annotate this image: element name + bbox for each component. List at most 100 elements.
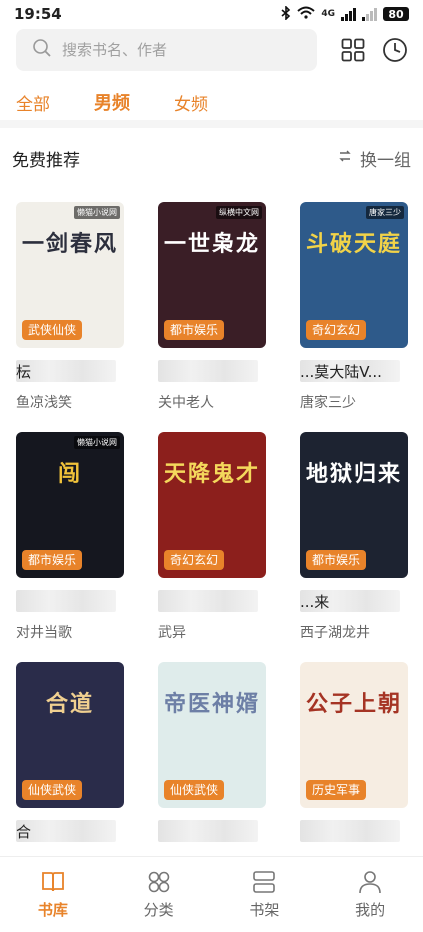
- cover-title: 斗破天庭: [305, 231, 402, 257]
- grid-view-button[interactable]: [339, 36, 367, 64]
- cover-title: 帝医神婿: [163, 691, 260, 717]
- cover-title: 一剑春风: [21, 231, 118, 257]
- book-title[interactable]: ...来: [300, 590, 408, 612]
- grid-icon: [341, 38, 365, 62]
- genre-tag: 都市娱乐: [164, 319, 225, 340]
- book-cover[interactable]: 唐家三少斗破天庭奇幻玄幻: [300, 202, 408, 348]
- genre-tag: 都市娱乐: [306, 549, 367, 570]
- history-button[interactable]: [381, 36, 409, 64]
- publisher-badge: 纵横中文网: [216, 206, 262, 219]
- book-title[interactable]: 枟: [16, 360, 124, 382]
- book-title-text: ...莫大陆V...: [300, 363, 382, 381]
- refresh-label: 换一组: [360, 150, 411, 171]
- book-cover[interactable]: 懒猫小说网闯都市娱乐: [16, 432, 124, 578]
- book-cover[interactable]: 懒猫小说网一剑春风武侠仙侠: [16, 202, 124, 348]
- book-title[interactable]: ...莫大陆V...: [300, 360, 408, 382]
- book-card[interactable]: 天降鬼才 奇幻玄幻武异: [158, 432, 266, 662]
- person-icon: [359, 871, 381, 894]
- book-icon: [41, 872, 64, 892]
- network-type: 4G: [321, 9, 335, 19]
- publisher-badge: 懒猫小说网: [74, 206, 120, 219]
- cover-title: 公子上朝: [305, 691, 402, 717]
- refresh-icon: [338, 148, 352, 168]
- nav-label-shelf: 书架: [249, 901, 280, 919]
- book-title-text: ...来: [300, 593, 330, 611]
- header: [0, 28, 423, 72]
- status-bar: 19:54 4G 80: [0, 0, 423, 28]
- book-title-text: 枟: [16, 363, 32, 381]
- genre-tag: 仙侠武侠: [22, 779, 83, 800]
- genre-tag: 都市娱乐: [22, 549, 83, 570]
- nav-category[interactable]: 分类: [106, 857, 212, 932]
- status-time: 19:54: [14, 5, 62, 23]
- clock-icon: [383, 38, 407, 62]
- nav-label-library: 书库: [37, 901, 68, 919]
- book-author: 西子湖龙井: [300, 625, 370, 641]
- nav-shelf[interactable]: 书架: [212, 857, 318, 932]
- book-card[interactable]: 纵横中文网一世枭龙都市娱乐关中老人: [158, 202, 266, 432]
- book-card[interactable]: 懒猫小说网一剑春风武侠仙侠枟鱼凉浅笑: [16, 202, 124, 432]
- genre-tag: 历史军事: [306, 779, 367, 800]
- shelf-icon: [253, 871, 276, 893]
- book-card[interactable]: 地狱归来都市娱乐 ...来西子湖龙井: [300, 432, 408, 662]
- channel-tabs: 全部 男频 女频: [0, 86, 423, 118]
- section-title: 免费推荐: [12, 150, 80, 171]
- book-author: 唐家三少: [300, 395, 356, 411]
- battery-indicator: 80: [383, 7, 409, 21]
- book-title[interactable]: 合: [16, 820, 124, 842]
- book-author: 对井当歌: [16, 625, 72, 641]
- wifi-icon: [297, 6, 316, 22]
- genre-tag: 奇幻玄幻: [306, 319, 367, 340]
- tab-male[interactable]: 男频: [94, 89, 130, 115]
- search-icon: [32, 38, 52, 62]
- bluetooth-icon: [281, 4, 291, 23]
- genre-tag: 奇幻玄幻: [164, 549, 225, 570]
- book-title[interactable]: [16, 590, 124, 612]
- blurred-title: [158, 590, 258, 612]
- nav-label-category: 分类: [143, 901, 174, 919]
- nav-label-profile: 我的: [355, 901, 386, 919]
- nav-profile[interactable]: 我的: [317, 857, 423, 932]
- search-bar[interactable]: [16, 29, 318, 71]
- search-input[interactable]: [62, 41, 282, 59]
- refresh-button[interactable]: 换一组: [338, 146, 411, 171]
- book-title[interactable]: [158, 360, 266, 382]
- book-author: 鱼凉浅笑: [16, 395, 72, 411]
- bottom-nav: 书库 分类 书架 我的: [0, 856, 423, 932]
- section-header: 免费推荐 换一组: [0, 140, 423, 176]
- blurred-title: [158, 820, 258, 842]
- book-author: 武异: [158, 625, 186, 641]
- book-cover[interactable]: 帝医神婿 仙侠武侠: [158, 662, 266, 808]
- publisher-badge: 唐家三少: [366, 206, 404, 219]
- book-card[interactable]: 唐家三少 斗破天庭 奇幻玄幻 ...莫大陆V... 唐家三少: [300, 202, 408, 432]
- book-author: 关中老人: [158, 395, 214, 411]
- tab-all[interactable]: 全部: [16, 90, 50, 115]
- blurred-title: [300, 820, 400, 842]
- signal-icon: [341, 7, 356, 21]
- book-cover[interactable]: 天降鬼才 奇幻玄幻: [158, 432, 266, 578]
- signal-icon-2: [362, 7, 377, 21]
- book-title[interactable]: [158, 820, 266, 842]
- book-title[interactable]: [158, 590, 266, 612]
- cover-title: 一世枭龙: [163, 231, 260, 257]
- genre-tag: 仙侠武侠: [164, 779, 225, 800]
- section-divider: [0, 120, 423, 128]
- book-title-text: 合: [16, 823, 32, 841]
- nav-library[interactable]: 书库: [0, 857, 106, 932]
- book-cover[interactable]: 合道仙侠武侠: [16, 662, 124, 808]
- book-cover[interactable]: 地狱归来 都市娱乐: [300, 432, 408, 578]
- publisher-badge: 懒猫小说网: [74, 436, 120, 449]
- status-icons: 4G 80: [281, 4, 409, 23]
- blurred-title: [16, 590, 116, 612]
- tab-female[interactable]: 女频: [174, 90, 208, 115]
- book-cover[interactable]: 公子上朝 历史军事: [300, 662, 408, 808]
- category-icon: [148, 871, 169, 893]
- genre-tag: 武侠仙侠: [22, 319, 83, 340]
- cover-title: 合道: [45, 691, 94, 717]
- cover-title: 闯: [57, 461, 82, 487]
- cover-title: 地狱归来: [305, 461, 402, 487]
- book-title[interactable]: [300, 820, 408, 842]
- book-cover[interactable]: 纵横中文网一世枭龙都市娱乐: [158, 202, 266, 348]
- book-card[interactable]: 懒猫小说网闯都市娱乐对井当歌: [16, 432, 124, 662]
- blurred-title: [158, 360, 258, 382]
